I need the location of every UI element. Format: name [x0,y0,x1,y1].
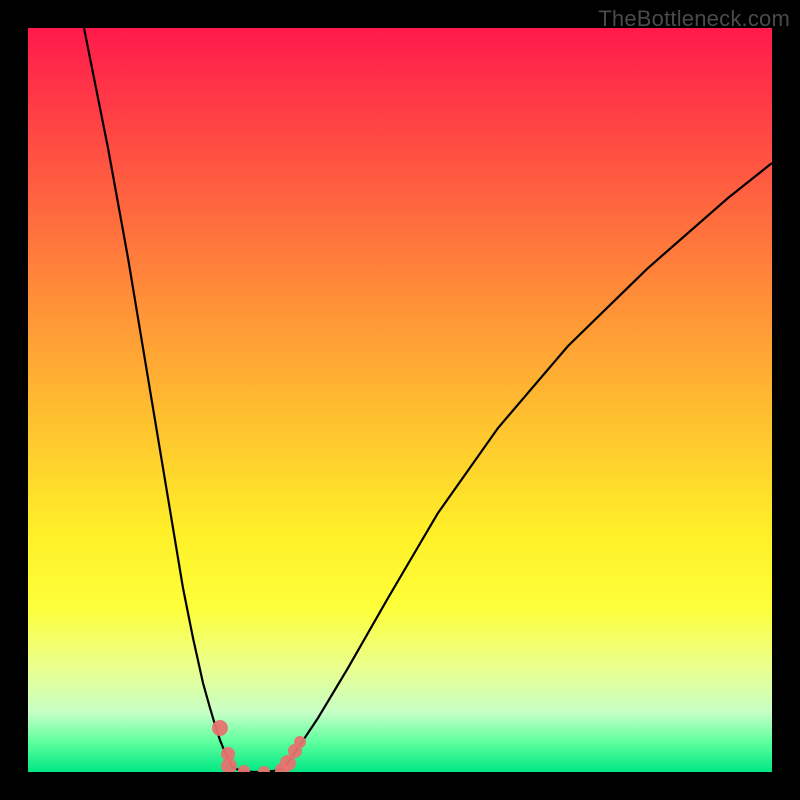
chart-svg [28,28,772,772]
scatter-dots [212,720,306,772]
frame: TheBottleneck.com [0,0,800,800]
scatter-dot [294,736,306,748]
curve-left-branch [84,28,233,768]
plot-area [28,28,772,772]
curve-right-branch [284,163,772,768]
scatter-dot [212,720,228,736]
scatter-dot [221,758,237,772]
scatter-dot [258,766,270,772]
scatter-dot [238,765,250,772]
